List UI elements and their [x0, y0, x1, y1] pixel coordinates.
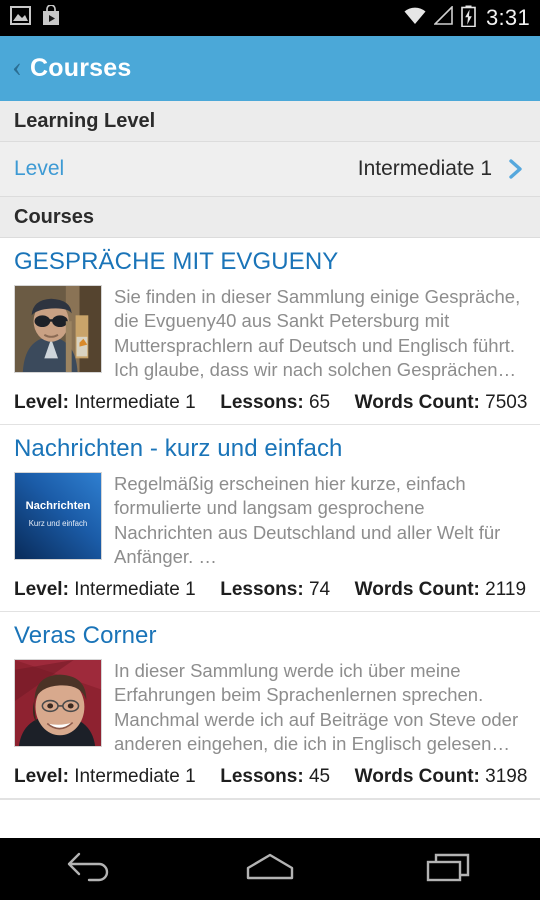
meta-label-words-count: Words Count:: [354, 765, 480, 787]
list-bottom-spacer: [0, 798, 540, 826]
status-bar-left-icons: [10, 4, 61, 31]
home-icon: [242, 850, 298, 889]
meta-label-words-count: Words Count:: [354, 578, 480, 600]
meta-value-level: Intermediate 1: [74, 391, 196, 413]
phone-screen: 3:31 ‹ Courses Learning Level Level Inte…: [0, 0, 540, 900]
level-label: Level: [14, 157, 65, 180]
meta-label-level: Level:: [14, 765, 69, 787]
course-meta: Level: Intermediate 1 Lessons: 65 Words …: [14, 391, 528, 414]
course-meta: Level: Intermediate 1 Lessons: 45 Words …: [14, 765, 528, 788]
page-title: Courses: [30, 54, 132, 82]
section-header-learning-level: Learning Level: [0, 101, 540, 142]
meta-value-lessons: 45: [308, 765, 331, 787]
meta-label-level: Level:: [14, 578, 69, 600]
level-value: Intermediate 1: [357, 157, 492, 180]
thumbnail-subtitle-text: Kurz und einfach: [29, 518, 88, 527]
level-row[interactable]: Level Intermediate 1: [0, 142, 540, 197]
course-body: In dieser Sammlung werde ich über meine …: [14, 658, 526, 757]
course-thumbnail: [14, 658, 102, 747]
course-body: Sie finden in dieser Sammlung einige Ges…: [14, 284, 526, 383]
course-list: GESPRÄCHE MIT EVGUENY Sie finden in dies…: [0, 238, 540, 799]
course-description: Regelmäßig erscheinen hier kurze, einfac…: [114, 472, 501, 568]
meta-label-words-count: Words Count:: [354, 391, 480, 413]
course-thumbnail: Nachrichten Kurz und einfach: [14, 471, 102, 560]
meta-label-level: Level:: [14, 391, 69, 413]
meta-value-words-count: 3198: [485, 765, 528, 787]
meta-label-lessons: Lessons:: [220, 578, 304, 600]
course-body: Nachrichten Kurz und einfach Regelmäßig …: [14, 471, 526, 570]
course-list-item[interactable]: Veras Corner In dieser Sammlung werde ic…: [0, 611, 540, 799]
meta-value-lessons: 74: [308, 578, 331, 600]
meta-value-words-count: 7503: [485, 391, 528, 413]
course-title[interactable]: Nachrichten - kurz und einfach: [14, 435, 526, 463]
course-description: Sie finden in dieser Sammlung einige Ges…: [114, 285, 521, 381]
battery-charging-icon: [461, 5, 476, 32]
chevron-right-icon: [506, 158, 526, 180]
meta-value-words-count: 2119: [485, 578, 527, 600]
course-meta: Level: Intermediate 1 Lessons: 74 Words …: [14, 579, 526, 601]
status-bar-clock: 3:31: [485, 5, 530, 30]
nav-back-button[interactable]: [30, 838, 150, 900]
android-nav-bar: [0, 838, 540, 900]
course-list-item[interactable]: GESPRÄCHE MIT EVGUENY Sie finden in dies…: [0, 238, 540, 425]
back-icon: [65, 850, 115, 889]
wifi-icon: [403, 6, 427, 30]
meta-value-level: Intermediate 1: [74, 578, 196, 600]
course-description: In dieser Sammlung werde ich über meine …: [114, 659, 519, 755]
meta-label-lessons: Lessons:: [220, 765, 304, 787]
nav-home-button[interactable]: [210, 838, 330, 900]
meta-value-level: Intermediate 1: [74, 765, 196, 787]
app-bar: ‹ Courses: [0, 36, 540, 101]
course-title[interactable]: Veras Corner: [14, 622, 526, 650]
back-chevron-icon[interactable]: ‹: [8, 51, 30, 86]
meta-value-lessons: 65: [308, 391, 331, 413]
course-title[interactable]: GESPRÄCHE MIT EVGUENY: [14, 248, 526, 276]
play-store-icon: [41, 4, 61, 31]
meta-label-lessons: Lessons:: [220, 391, 304, 413]
cell-signal-icon: [433, 5, 454, 30]
thumbnail-title-text: Nachrichten: [26, 500, 91, 512]
nav-recents-button[interactable]: [390, 838, 510, 900]
status-bar: 3:31: [0, 0, 540, 36]
course-list-item[interactable]: Nachrichten - kurz und einfach Nachricht…: [0, 424, 540, 612]
status-bar-right-icons: 3:31: [403, 5, 530, 32]
image-icon: [10, 6, 31, 30]
section-header-courses: Courses: [0, 197, 540, 238]
recents-icon: [424, 850, 476, 889]
course-thumbnail: [14, 284, 102, 373]
